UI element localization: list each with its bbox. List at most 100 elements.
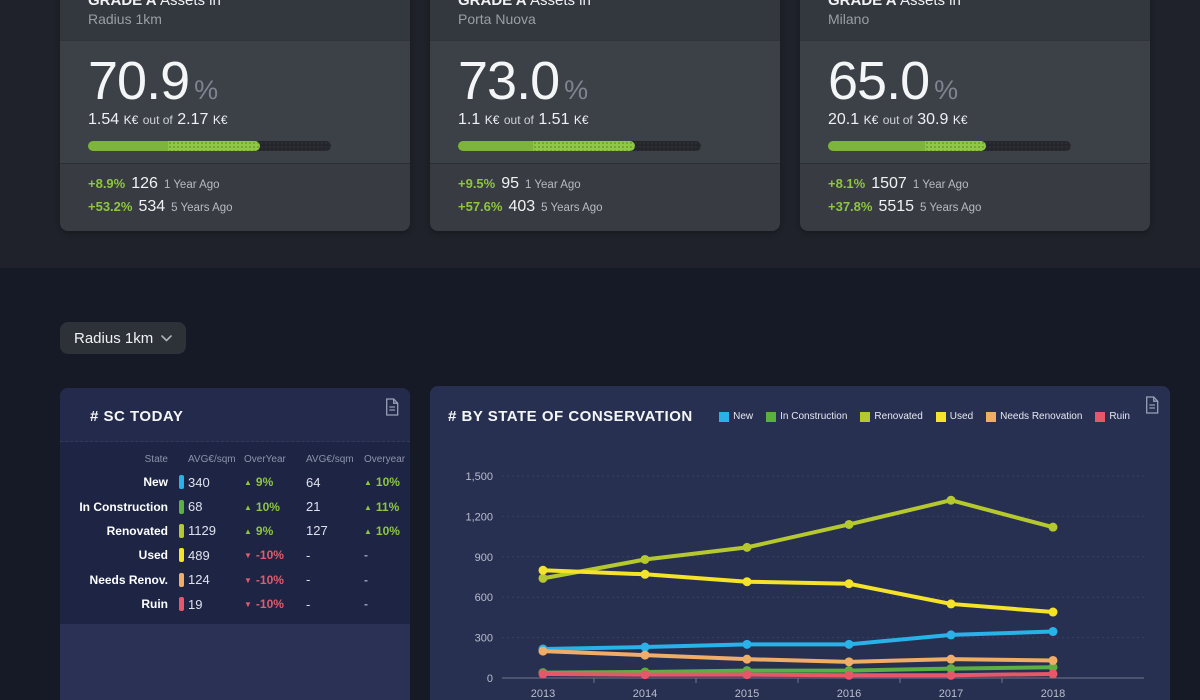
state-color-chip: [179, 500, 184, 514]
legend-item-new[interactable]: New: [719, 411, 753, 422]
progress-bar: [458, 141, 701, 151]
progress-bar: [88, 141, 331, 151]
stat-card-footer: +8.1%15071 Year Ago +37.8%55155 Years Ag…: [800, 163, 1150, 231]
stat-card-radius-1km: GRADE A Assets in Radius 1km 70.9% 1.54 …: [60, 0, 410, 231]
legend-label: Renovated: [874, 411, 922, 422]
trend-over-year-2: -: [364, 597, 400, 611]
state-color-chip: [179, 524, 184, 538]
stat-card-body: 65.0% 20.1 K€ out of 30.9 K€: [800, 40, 1150, 163]
legend-item-used[interactable]: Used: [936, 411, 973, 422]
delta-1yr: +8.1%: [828, 176, 865, 191]
svg-text:2015: 2015: [735, 688, 759, 700]
chevron-down-icon: [161, 335, 172, 342]
avg-value-2: 64: [306, 475, 364, 490]
percent-value: 73.0%: [458, 55, 752, 107]
avg-value: 1129: [188, 523, 244, 538]
percent-value: 70.9%: [88, 55, 382, 107]
stat-card-subtitle: Porta Nuova: [458, 10, 752, 28]
stat-card-title: GRADE A Assets in: [828, 0, 1122, 10]
table-header-row: State AVG€/sqm OverYear AVG€/sqm Overyea…: [70, 448, 400, 470]
svg-text:1,200: 1,200: [465, 511, 493, 523]
stat-card-subtitle: Milano: [828, 10, 1122, 28]
legend-label: New: [733, 411, 753, 422]
trend-over-year: 9%: [244, 475, 306, 489]
stat-row-1yr: +9.5%951 Year Ago: [458, 173, 752, 196]
svg-text:2013: 2013: [531, 688, 555, 700]
label-5yr: 5 Years Ago: [171, 202, 232, 214]
avg-value: 19: [188, 597, 244, 612]
state-color-chip: [179, 548, 184, 562]
value-5yr: 5515: [878, 198, 914, 215]
conservation-chart-card: # BY STATE OF CONSERVATION New In Constr…: [430, 386, 1170, 700]
stat-card-milano: GRADE A Assets in Milano 65.0% 20.1 K€ o…: [800, 0, 1150, 231]
svg-text:2017: 2017: [939, 688, 963, 700]
chart-header: # BY STATE OF CONSERVATION New In Constr…: [430, 386, 1170, 425]
stat-row-1yr: +8.9% 126 1 Year Ago: [88, 173, 382, 196]
trend-over-year: -10%: [244, 573, 306, 587]
state-label: Used: [70, 548, 170, 562]
state-label: Renovated: [70, 524, 170, 538]
state-label: Ruin: [70, 597, 170, 611]
state-label: New: [70, 475, 170, 489]
total-unit: K€: [574, 113, 589, 127]
percent-number: 70.9: [88, 51, 189, 111]
trend-over-year-2: 11%: [364, 500, 400, 514]
table-row-in-construction: In Construction 68 10% 21 11%: [70, 494, 400, 518]
legend-label: Used: [950, 411, 973, 422]
label-1yr: 1 Year Ago: [525, 179, 581, 191]
percent-sign: %: [564, 75, 588, 105]
legend-swatch: [860, 412, 870, 422]
stat-row-5yr: +37.8%55155 Years Ago: [828, 196, 1122, 219]
delta-5yr: +57.6%: [458, 199, 502, 214]
avg-value: 68: [188, 499, 244, 514]
value-5yr: 403: [508, 198, 535, 215]
trend-over-year-2: 10%: [364, 475, 400, 489]
legend-swatch: [986, 412, 996, 422]
col-avg-sqm: AVG€/sqm: [188, 454, 244, 465]
stat-card-porta-nuova: GRADE A Assets in Porta Nuova 73.0% 1.1 …: [430, 0, 780, 231]
table-row-renovated: Renovated 1129 9% 127 10%: [70, 519, 400, 543]
table-row-new: New 340 9% 64 10%: [70, 470, 400, 494]
title-rest: Assets in: [900, 0, 961, 9]
avg-value-2: -: [306, 572, 364, 587]
delta-1yr: +8.9%: [88, 176, 125, 191]
legend-swatch: [936, 412, 946, 422]
trend-over-year: -10%: [244, 548, 306, 562]
progress-fill-solid: [458, 141, 533, 151]
table-row-needs-renov: Needs Renov. 124 -10% - -: [70, 568, 400, 592]
sc-today-table: State AVG€/sqm OverYear AVG€/sqm Overyea…: [60, 442, 410, 624]
stat-card-header: GRADE A Assets in Milano: [800, 0, 1150, 40]
sc-today-card: # SC TODAY State AVG€/sqm OverYear AVG€/…: [60, 388, 410, 700]
stat-card-footer: +9.5%951 Year Ago +57.6%4035 Years Ago: [430, 163, 780, 231]
progress-fill-solid: [828, 141, 925, 151]
progress-fill-dotted: [533, 141, 635, 151]
export-document-icon[interactable]: [384, 398, 400, 416]
legend-label: In Construction: [780, 411, 847, 422]
chart-title: # BY STATE OF CONSERVATION: [448, 408, 693, 425]
progress-fill-dotted: [925, 141, 986, 151]
current-value: 1.1: [458, 111, 480, 128]
title-rest: Assets in: [530, 0, 591, 9]
legend-item-renovated[interactable]: Renovated: [860, 411, 922, 422]
legend-item-in-construction[interactable]: In Construction: [766, 411, 847, 422]
avg-value: 124: [188, 572, 244, 587]
percent-value: 65.0%: [828, 55, 1122, 107]
label-1yr: 1 Year Ago: [164, 179, 220, 191]
trend-over-year: -10%: [244, 597, 306, 611]
col-over-year-2: Overyear: [364, 454, 405, 465]
state-label: In Construction: [70, 500, 170, 514]
stat-card-body: 70.9% 1.54 K€ out of 2.17 K€: [60, 40, 410, 163]
current-unit: K€: [864, 113, 879, 127]
total-value: 30.9: [917, 111, 948, 128]
stat-row-5yr: +57.6%4035 Years Ago: [458, 196, 752, 219]
percent-number: 65.0: [828, 51, 929, 111]
legend-item-ruin[interactable]: Ruin: [1095, 411, 1130, 422]
stat-card-header: GRADE A Assets in Porta Nuova: [430, 0, 780, 40]
out-of-label: out of: [883, 113, 913, 127]
value-1yr: 126: [131, 175, 158, 192]
svg-text:300: 300: [475, 633, 493, 645]
legend-item-needs-renovation[interactable]: Needs Renovation: [986, 411, 1082, 422]
trend-over-year-2: 10%: [364, 524, 400, 538]
radius-filter-dropdown[interactable]: Radius 1km: [60, 322, 186, 354]
export-document-icon[interactable]: [1144, 396, 1160, 414]
